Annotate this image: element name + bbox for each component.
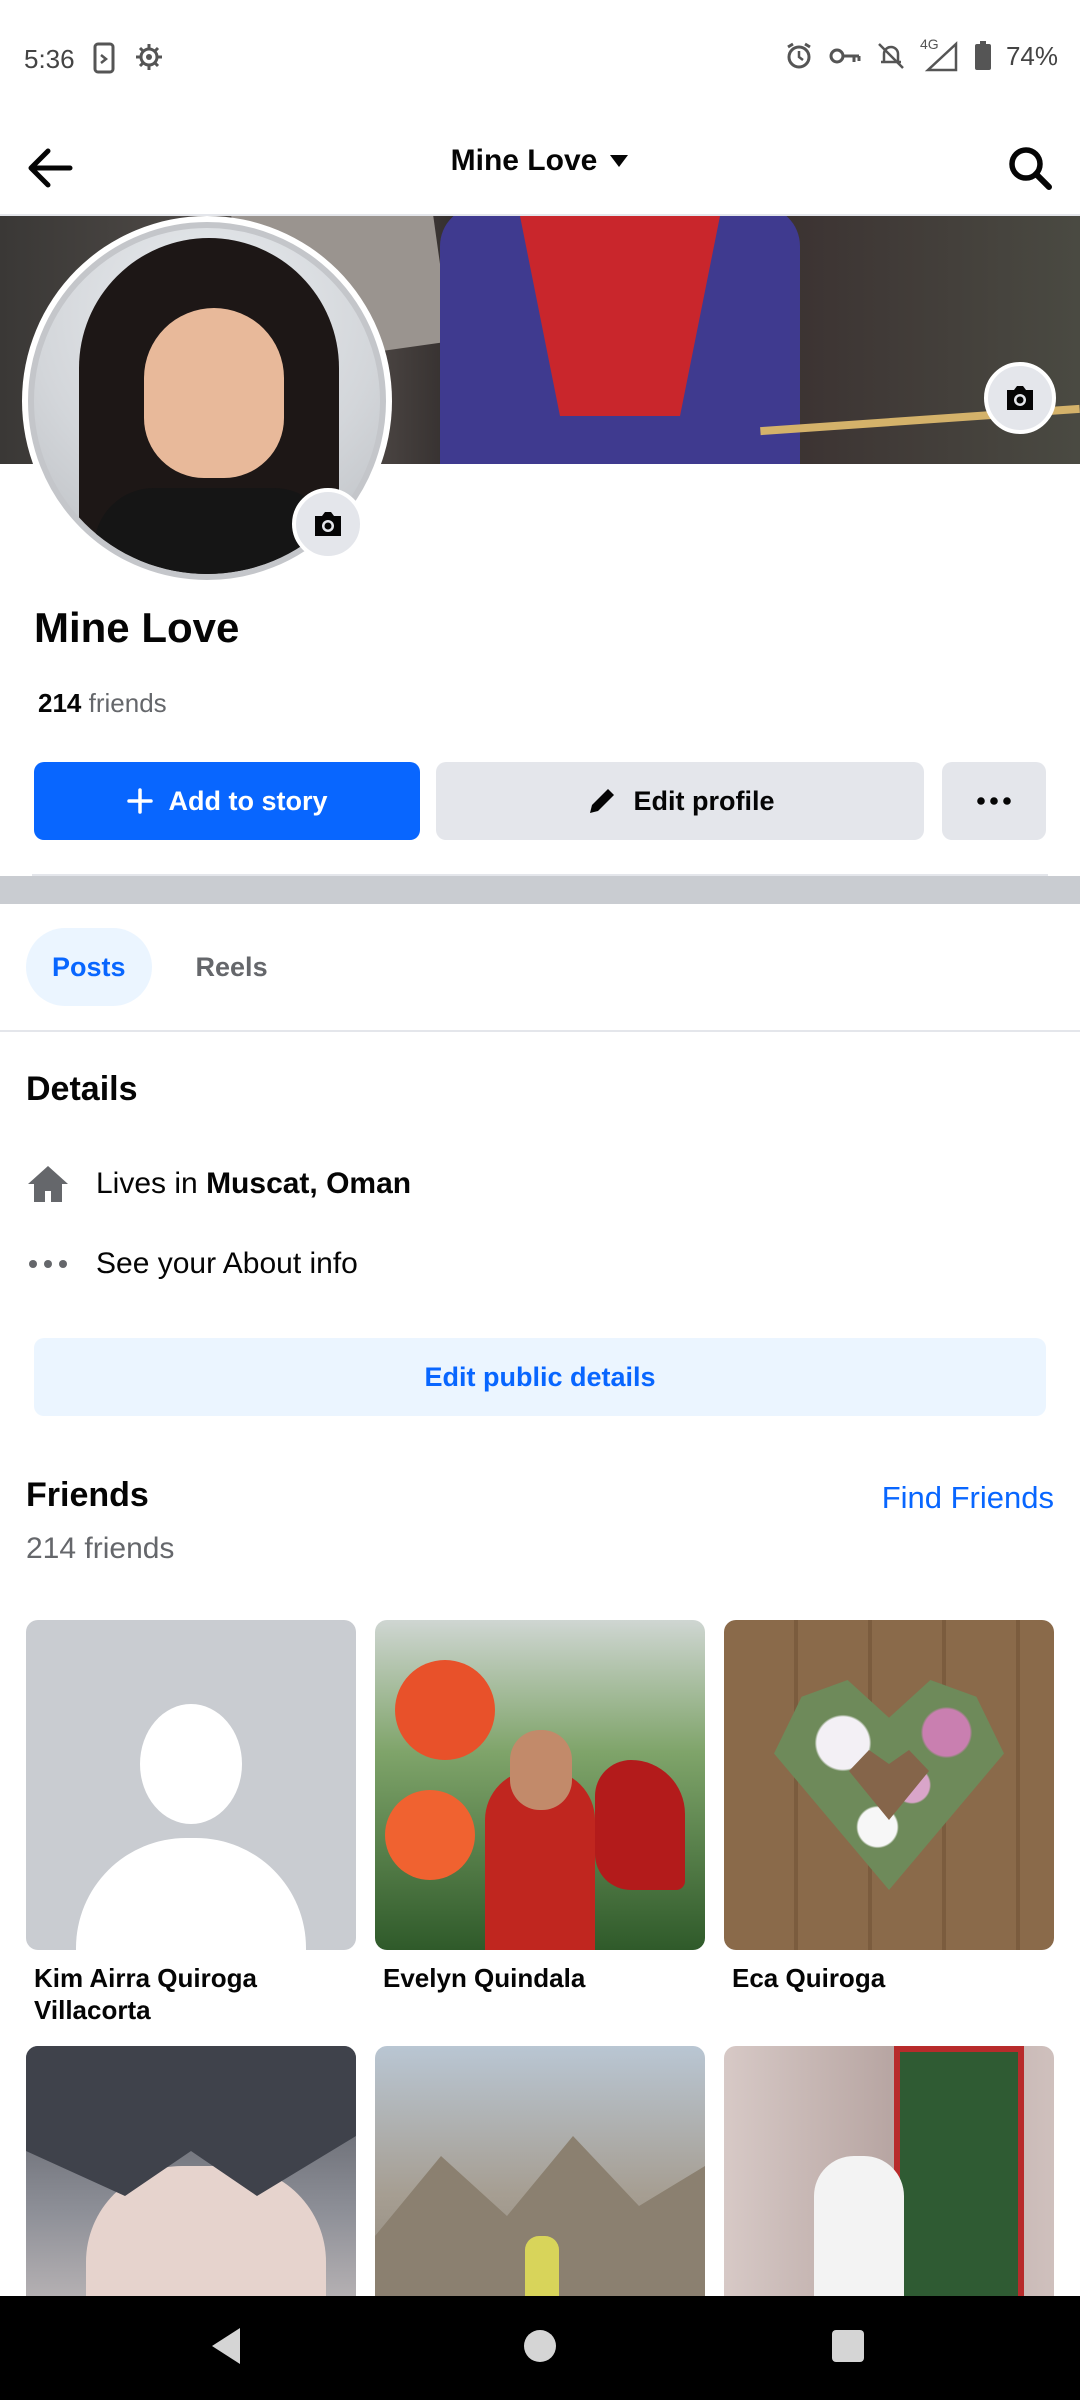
status-time: 5:36: [24, 44, 75, 74]
notifications-off-icon: [878, 43, 904, 69]
more-options-button[interactable]: [942, 762, 1046, 840]
photo-flower: [395, 1660, 495, 1760]
profile-tabs: Posts Reels: [26, 928, 294, 1008]
friend-name: Kim Airra Quiroga Villacorta: [34, 1963, 257, 2025]
more-dots-icon: [26, 1242, 70, 1286]
tabs-divider: [0, 1030, 1080, 1032]
friends-title: Friends: [26, 1476, 149, 1514]
profile-picture[interactable]: [22, 216, 392, 586]
lives-in-text: Lives in Muscat, Oman: [96, 1167, 411, 1201]
default-avatar-body: [76, 1838, 306, 1950]
edit-cover-photo-button[interactable]: [984, 362, 1056, 434]
status-right-icons: 4G 74%: [784, 36, 1058, 72]
search-button[interactable]: [1000, 138, 1060, 198]
friends-count-number: 214: [38, 688, 82, 718]
edit-public-details-button[interactable]: Edit public details: [34, 1338, 1046, 1416]
friends-count-word: friends: [88, 688, 167, 718]
phone-sync-icon: [93, 42, 115, 74]
status-bar: 5:36 4G 74%: [0, 0, 1080, 120]
friend-photo: [724, 1620, 1054, 1950]
lives-in-location: Muscat, Oman: [206, 1167, 412, 1200]
add-to-story-button[interactable]: Add to story: [34, 762, 420, 840]
nav-back-icon[interactable]: [208, 2326, 244, 2366]
nav-recents-icon[interactable]: [832, 2330, 864, 2362]
header-title: Mine Love: [450, 144, 598, 177]
battery-icon: [974, 41, 991, 70]
photo-face: [510, 1730, 572, 1810]
profile-switcher[interactable]: Mine Love: [0, 144, 1080, 178]
alarm-icon: [787, 42, 811, 69]
avatar-face: [144, 308, 284, 478]
add-to-story-label: Add to story: [168, 785, 328, 816]
plus-icon: [126, 788, 153, 814]
home-icon: [26, 1162, 70, 1206]
search-icon: [1009, 147, 1052, 190]
camera-icon: [1007, 386, 1033, 410]
about-info-text: See your About info: [96, 1247, 358, 1280]
friend-name: Evelyn Quindala: [383, 1963, 586, 1993]
friend-photo-default: [26, 1620, 356, 1950]
tab-posts[interactable]: Posts: [26, 928, 152, 1006]
more-dots-icon: [977, 797, 1011, 805]
camera-icon: [315, 512, 341, 536]
signal-4g-icon: 4G: [920, 36, 960, 72]
system-nav-bar: [0, 2296, 1080, 2400]
find-friends-link[interactable]: Find Friends: [882, 1480, 1054, 1516]
app-root: 5:36 4G 74% Mine Love Mine Love 214 frie…: [0, 0, 1080, 2400]
edit-profile-label: Edit profile: [633, 785, 775, 816]
default-avatar-head: [140, 1704, 242, 1824]
detail-about-link[interactable]: See your About info: [26, 1242, 358, 1286]
caret-down-icon: [610, 155, 629, 167]
tab-reels[interactable]: Reels: [170, 928, 294, 1006]
settings-gear-icon: [136, 44, 162, 70]
pencil-icon: [589, 789, 614, 813]
friends-count-link[interactable]: 214 friends: [38, 688, 167, 719]
edit-profile-button[interactable]: Edit profile: [436, 762, 924, 840]
vpn-key-icon: [829, 48, 861, 64]
detail-lives-in: Lives in Muscat, Oman: [26, 1162, 411, 1206]
friend-card[interactable]: Evelyn Quindala: [375, 1620, 705, 1994]
friends-subtitle: 214 friends: [26, 1532, 175, 1565]
status-left-icons: [92, 42, 164, 74]
friend-card[interactable]: Kim Airra Quiroga Villacorta: [26, 1620, 356, 2026]
profile-actions: Add to story Edit profile: [34, 762, 1046, 840]
friend-card[interactable]: Eca Quiroga: [724, 1620, 1054, 1994]
top-nav-bar: Mine Love: [0, 120, 1080, 216]
nav-home-icon[interactable]: [524, 2330, 556, 2362]
photo-parrot: [595, 1760, 685, 1890]
friend-photo: [375, 1620, 705, 1950]
edit-profile-picture-button[interactable]: [292, 488, 364, 560]
section-divider: [0, 876, 1080, 904]
friend-name: Eca Quiroga: [732, 1963, 886, 1993]
details-title: Details: [26, 1070, 138, 1108]
profile-name: Mine Love: [34, 604, 240, 651]
lives-in-prefix: Lives in: [96, 1167, 198, 1200]
photo-flower: [385, 1790, 475, 1880]
battery-percent: 74%: [1005, 40, 1058, 71]
